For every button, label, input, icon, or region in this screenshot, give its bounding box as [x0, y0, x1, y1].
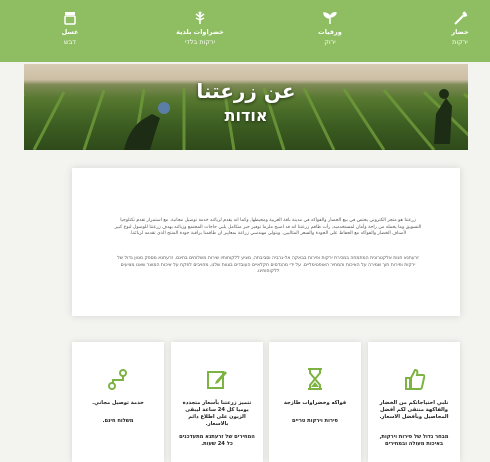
about-text-hebrew: זרעתנא חנות אלקטרונית המתמחה במכירת ירקו…	[117, 256, 419, 275]
plant-icon	[195, 11, 205, 24]
features-section: نلبي احتياجاتكم من الخضار والفاكهة منتقى…	[72, 342, 462, 462]
nav-label-ar: عسل	[61, 28, 79, 36]
feature-text-ar: نلبي احتياجاتكم من الخضار والفاكهة منتقى…	[379, 400, 449, 420]
nav-item-leafy[interactable]: ورقيات ירוק	[295, 0, 365, 62]
nav-label-he: ירקות	[452, 38, 468, 46]
nav-label-ar: خضار	[451, 28, 469, 36]
feature-text-he: המחירים של זרעתנא מתעדכנים כל 24 שעות.	[179, 434, 255, 447]
nav-label-he: ירקות בלדי	[184, 38, 216, 46]
feature-text-ar: تتميز زرعتنا بأسعار متجددة يوميا كل 24 س…	[182, 400, 252, 427]
feature-card-delivery[interactable]: خدمة توصيل مجاني. משלוח חינם.	[72, 342, 164, 462]
edit-icon	[207, 371, 227, 389]
about-text-arabic: زرعتنا هو متجر الكتروني يختص في بيع الخض…	[114, 218, 422, 237]
feature-card-quality[interactable]: نلبي احتياجاتكم من الخضار والفاكهة منتقى…	[368, 342, 460, 462]
feature-text-he: משלוח חינם.	[102, 418, 134, 424]
nav-label-he: ירוק	[324, 38, 336, 46]
top-nav: خضار ירקות ورقيات ירוק خضراوات بلدية ירק…	[0, 0, 490, 62]
nav-item-honey[interactable]: عسل דבש	[35, 0, 105, 62]
feature-text-ar: خدمة توصيل مجاني.	[92, 400, 144, 406]
nav-label-he: דבש	[64, 38, 76, 46]
about-card: زرعتنا هو متجر الكتروني يختص في بيع الخض…	[72, 168, 460, 316]
feature-card-prices[interactable]: تتميز زرعتنا بأسعار متجددة يوميا كل 24 س…	[171, 342, 263, 462]
nav-item-baladi[interactable]: خضراوات بلدية ירקות בלדי	[165, 0, 235, 62]
hero-title: عن زرعتنا	[196, 79, 296, 103]
hero-banner: عن زرعتنا אודות	[24, 64, 468, 150]
sprout-icon	[323, 12, 337, 24]
carrot-icon	[454, 11, 468, 25]
hourglass-icon	[308, 368, 322, 390]
feature-text-ar: فواكه وخضراوات طازجة	[283, 400, 347, 406]
feature-card-fresh[interactable]: فواكه وخضراوات طازجة פירות וירקות טריים	[269, 342, 361, 462]
route-icon	[108, 369, 127, 390]
nav-item-vegetables[interactable]: خضار ירקות	[425, 0, 490, 62]
thumbs-up-icon	[405, 368, 425, 390]
hero-subtitle: אודות	[224, 106, 268, 125]
feature-text-he: מבחר גדול של פירות וירקות, באיכות מעולה …	[379, 434, 449, 447]
nav-label-ar: خضراوات بلدية	[176, 28, 224, 36]
nav-label-ar: ورقيات	[318, 28, 342, 36]
feature-text-he: פירות וירקות טריים	[292, 418, 338, 424]
honey-jar-icon	[64, 12, 76, 25]
